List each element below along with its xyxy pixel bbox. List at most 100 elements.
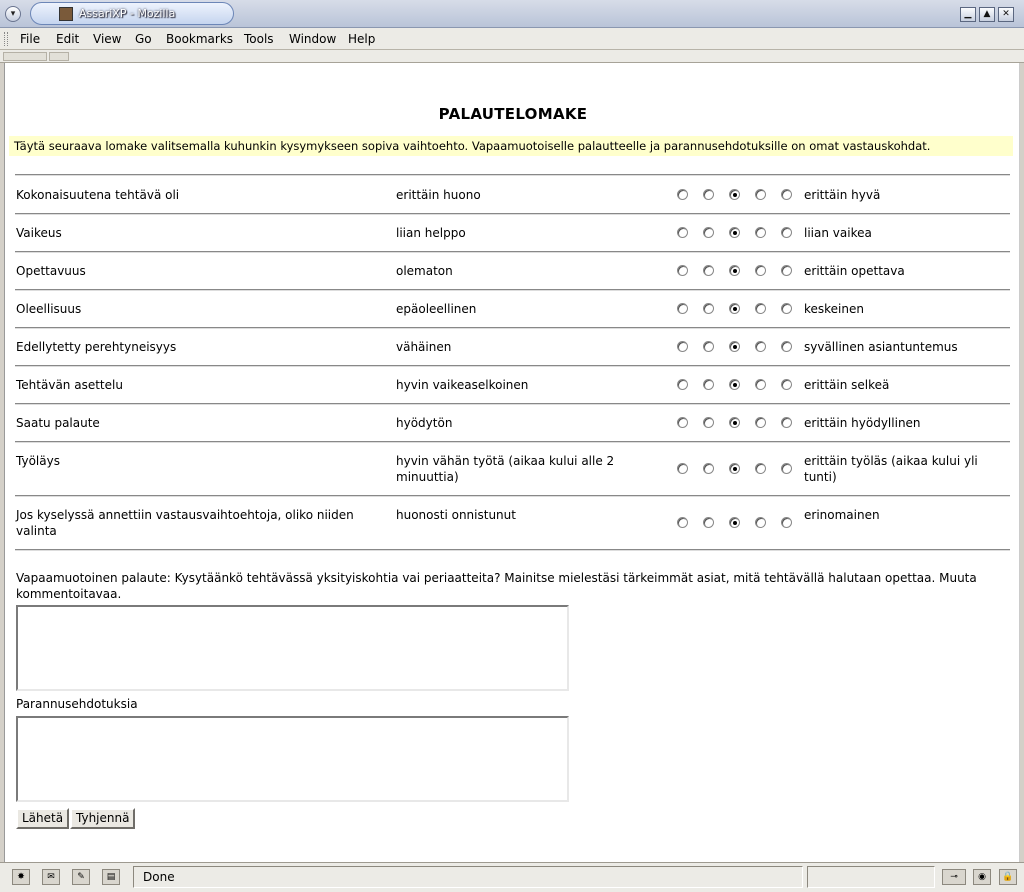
rating-radio-2[interactable]: [703, 463, 714, 474]
menu-file[interactable]: File: [20, 32, 40, 46]
rating-radio-2[interactable]: [703, 265, 714, 276]
online-status-icon[interactable]: ⊸: [942, 869, 966, 885]
menu-edit[interactable]: Edit: [56, 32, 79, 46]
menu-go[interactable]: Go: [135, 32, 152, 46]
minimize-button[interactable]: ▁: [960, 7, 976, 22]
rating-radio-1[interactable]: [677, 265, 688, 276]
rating-radio-4[interactable]: [755, 341, 766, 352]
rating-radio-3[interactable]: [729, 417, 740, 428]
rating-radio-3[interactable]: [729, 189, 740, 200]
rating-radio-3[interactable]: [729, 265, 740, 276]
scale-low-label: olematon: [396, 264, 453, 278]
submit-button[interactable]: Lähetä: [16, 808, 70, 829]
toolbar-grip-navigation[interactable]: [3, 52, 47, 61]
free-feedback-label: Vapaamuotoinen palaute: Kysytäänkö tehtä…: [16, 571, 977, 601]
question-row: Tehtävän asettelu hyvin vaikeaselkoinen er…: [5, 366, 1019, 404]
composer-icon[interactable]: ✎: [72, 869, 90, 885]
question-label: Saatu palaute: [16, 416, 100, 430]
scale-low-label: liian helppo: [396, 226, 466, 240]
menubar: File Edit View Go Bookmarks Tools Window…: [0, 28, 1024, 50]
privacy-icon[interactable]: ◉: [973, 869, 991, 885]
question-row: Opettavuus olematon erittäin opettava: [5, 252, 1019, 290]
rating-radio-5[interactable]: [781, 227, 792, 238]
rating-radio-1[interactable]: [677, 463, 688, 474]
rating-radio-2[interactable]: [703, 227, 714, 238]
rating-radio-4[interactable]: [755, 463, 766, 474]
scale-high-label: erittäin opettava: [804, 264, 905, 278]
mail-icon[interactable]: ✉: [42, 869, 60, 885]
question-row: Edellytetty perehtyneisyys vähäinen syväll…: [5, 328, 1019, 366]
free-feedback-textarea[interactable]: [16, 605, 569, 691]
scale-high-label: liian vaikea: [804, 226, 872, 240]
rating-radio-4[interactable]: [755, 189, 766, 200]
rating-radio-3[interactable]: [729, 303, 740, 314]
rating-radio-3[interactable]: [729, 463, 740, 474]
rating-radio-1[interactable]: [677, 417, 688, 428]
rating-radio-3[interactable]: [729, 517, 740, 528]
rating-radio-2[interactable]: [703, 417, 714, 428]
question-row: Kokonaisuutena tehtävä oli erittäin huono…: [5, 176, 1019, 214]
rating-radio-4[interactable]: [755, 303, 766, 314]
rating-radio-2[interactable]: [703, 379, 714, 390]
question-label: Tehtävän asettelu: [16, 378, 123, 392]
window-titlebar: ▾ AssariXP - Mozilla ▁ ▲ ✕: [0, 0, 1024, 28]
rating-radio-5[interactable]: [781, 463, 792, 474]
rating-radio-1[interactable]: [677, 227, 688, 238]
rating-radio-5[interactable]: [781, 379, 792, 390]
rating-radio-3[interactable]: [729, 379, 740, 390]
rating-radio-2[interactable]: [703, 303, 714, 314]
menu-bookmarks[interactable]: Bookmarks: [166, 32, 233, 46]
rating-radio-2[interactable]: [703, 341, 714, 352]
window-menu-button[interactable]: ▾: [5, 6, 21, 22]
rating-radio-4[interactable]: [755, 379, 766, 390]
question-row: Oleellisuus epäoleellinen keskeinen: [5, 290, 1019, 328]
question-row: Vaikeus liian helppo liian vaikea: [5, 214, 1019, 252]
page-title: PALAUTELOMAKE: [438, 105, 588, 123]
question-label: Kokonaisuutena tehtävä oli: [16, 188, 180, 202]
scale-low-label: huonosti onnistunut: [396, 508, 516, 522]
rating-radio-1[interactable]: [677, 341, 688, 352]
page-content: PALAUTELOMAKE Täytä seuraava lomake vali…: [4, 63, 1020, 862]
navigator-icon[interactable]: ✸: [12, 869, 30, 885]
statusbar: ✸ ✉ ✎ ▤ Done ⊸ ◉ 🔒: [0, 862, 1024, 892]
menu-window[interactable]: Window: [289, 32, 336, 46]
rating-radio-5[interactable]: [781, 517, 792, 528]
scale-low-label: epäoleellinen: [396, 302, 477, 316]
instructions-banner: Täytä seuraava lomake valitsemalla kuhun…: [9, 136, 1013, 156]
scale-low-label: hyvin vähän työtä (aikaa kului alle 2 mi…: [396, 454, 615, 484]
collapsed-toolbars: [0, 50, 1024, 63]
rating-radio-1[interactable]: [677, 189, 688, 200]
maximize-button[interactable]: ▲: [979, 7, 995, 22]
scale-high-label: erittäin työläs (aikaa kului yli tunti): [804, 454, 978, 484]
toolbar-grip-personal[interactable]: [49, 52, 69, 61]
menubar-grip[interactable]: [4, 32, 8, 46]
scale-high-label: keskeinen: [804, 302, 864, 316]
scale-high-label: erinomainen: [804, 508, 880, 522]
close-button[interactable]: ✕: [998, 7, 1014, 22]
security-lock-icon: 🔒: [999, 869, 1017, 885]
address-book-icon[interactable]: ▤: [102, 869, 120, 885]
rating-radio-4[interactable]: [755, 517, 766, 528]
rating-radio-4[interactable]: [755, 417, 766, 428]
rating-radio-5[interactable]: [781, 417, 792, 428]
rating-radio-2[interactable]: [703, 517, 714, 528]
rating-radio-4[interactable]: [755, 265, 766, 276]
rating-radio-5[interactable]: [781, 265, 792, 276]
rating-radio-1[interactable]: [677, 379, 688, 390]
menu-help[interactable]: Help: [348, 32, 375, 46]
scale-low-label: hyödytön: [396, 416, 453, 430]
rating-radio-5[interactable]: [781, 303, 792, 314]
rating-radio-4[interactable]: [755, 227, 766, 238]
rating-radio-3[interactable]: [729, 227, 740, 238]
rating-radio-2[interactable]: [703, 189, 714, 200]
menu-tools[interactable]: Tools: [244, 32, 274, 46]
rating-radio-5[interactable]: [781, 189, 792, 200]
reset-button[interactable]: Tyhjennä: [70, 808, 136, 829]
rating-radio-1[interactable]: [677, 303, 688, 314]
menu-view[interactable]: View: [93, 32, 121, 46]
rating-radio-1[interactable]: [677, 517, 688, 528]
rating-radio-5[interactable]: [781, 341, 792, 352]
question-label: Vaikeus: [16, 226, 62, 240]
rating-radio-3[interactable]: [729, 341, 740, 352]
improvements-textarea[interactable]: [16, 716, 569, 802]
